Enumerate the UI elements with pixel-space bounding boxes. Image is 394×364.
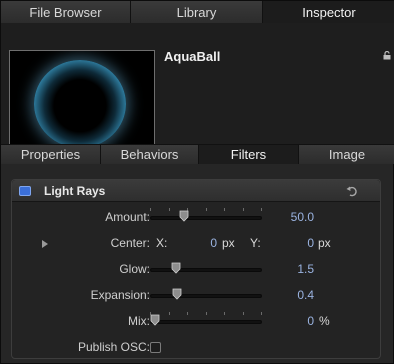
expansion-slider-thumb[interactable] [172,288,182,300]
tab-filters[interactable]: Filters [199,145,299,164]
inspector-window: File Browser Library Inspector AquaBall … [0,0,394,364]
lock-icon[interactable] [383,51,391,60]
reset-icon[interactable] [346,185,358,197]
slider-ticks [150,312,262,317]
center-y-label: Y: [250,236,261,250]
inspector-header: AquaBall [1,23,394,157]
center-label: Center: [110,236,150,250]
disclosure-triangle-icon[interactable] [42,240,48,248]
filter-title: Light Rays [44,184,106,198]
inspector-sub-tab-bar: Properties Behaviors Filters Image [1,144,394,164]
slider-tick-mark [224,208,225,211]
slider-tick-mark [224,312,225,315]
glow-value[interactable]: 1.5 [297,262,314,276]
publish-osc-row: Publish OSC: [12,337,380,359]
amount-value[interactable]: 50.0 [291,210,314,224]
mix-row: Mix: 0 % [12,311,380,333]
tab-file-browser[interactable]: File Browser [1,1,131,23]
slider-tick-mark [187,312,188,315]
slider-tick-mark [168,208,170,211]
amount-label: Amount: [105,210,150,224]
filter-header[interactable]: Light Rays [12,180,380,202]
amount-row: Amount: 50.0 [12,207,380,229]
center-y-value[interactable]: 0 [307,236,314,250]
filter-enable-checkbox[interactable] [19,186,31,196]
glow-slider[interactable] [150,268,262,272]
glow-row: Glow: 1.5 [12,259,380,281]
slider-tick-mark [261,312,262,315]
slider-tick-mark [150,208,151,211]
top-tab-bar: File Browser Library Inspector [1,1,394,23]
glow-slider-thumb[interactable] [171,262,181,274]
tab-behaviors[interactable]: Behaviors [101,145,199,164]
slider-tick-mark [205,312,207,315]
amount-slider-thumb[interactable] [179,210,189,222]
filter-light-rays-section: Light Rays Amount: 50.0 Center: X: 0 px … [11,179,381,359]
slider-tick-mark [168,312,170,315]
tab-properties[interactable]: Properties [1,145,101,164]
slider-tick-mark [205,208,207,211]
publish-osc-label: Publish OSC: [77,340,150,354]
mix-slider[interactable] [150,320,262,324]
slider-tick-mark [242,312,244,315]
aquaball-preview-image [34,60,126,148]
mix-label: Mix: [128,314,150,328]
expansion-row: Expansion: 0.4 [12,285,380,307]
expansion-value[interactable]: 0.4 [297,288,314,302]
center-row: Center: X: 0 px Y: 0 px [12,233,380,255]
slider-tick-mark [261,208,262,211]
expansion-slider[interactable] [150,294,262,298]
preview-thumbnail [9,50,155,157]
tab-library[interactable]: Library [131,1,263,23]
mix-value[interactable]: 0 [307,314,314,328]
center-x-value[interactable]: 0 [210,236,217,250]
slider-tick-mark [242,208,244,211]
tab-image[interactable]: Image [299,145,394,164]
slider-ticks [150,208,262,213]
mix-slider-thumb[interactable] [150,314,160,326]
tab-inspector[interactable]: Inspector [263,1,394,23]
expansion-label: Expansion: [90,288,150,302]
amount-slider[interactable] [150,216,262,220]
publish-osc-checkbox[interactable] [150,342,161,353]
center-y-unit: px [318,236,331,250]
center-x-unit: px [222,236,235,250]
mix-unit: % [319,314,330,328]
asset-name: AquaBall [164,49,221,64]
glow-label: Glow: [119,262,150,276]
center-x-label: X: [156,236,168,250]
